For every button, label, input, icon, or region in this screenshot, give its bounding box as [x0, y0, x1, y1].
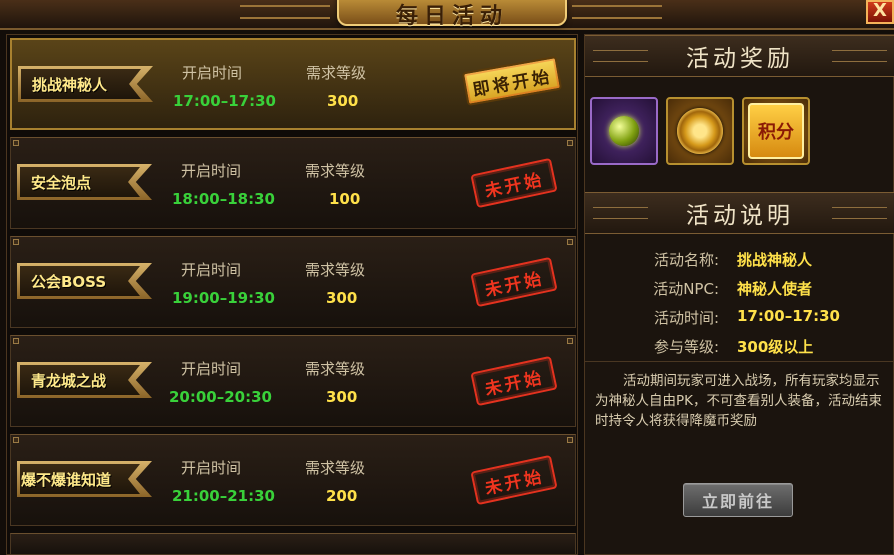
- title-ornament-left: [240, 5, 330, 19]
- go-now-button[interactable]: 立即前往: [683, 483, 793, 517]
- detail-value: 17:00–17:30: [737, 307, 840, 325]
- detail-label: 参与等级:: [653, 338, 719, 356]
- activity-description: 活动期间玩家可进入战场，所有玩家均显示为神秘人自由PK，不可查看别人装备，活动结…: [595, 373, 882, 429]
- gold-coin-icon: [677, 108, 723, 154]
- status-badge: 未开始: [470, 256, 558, 308]
- activity-time: 21:00–21:30: [172, 487, 275, 505]
- time-header: 开启时间: [181, 459, 242, 477]
- close-icon: X: [873, 0, 887, 21]
- activity-row[interactable]: 爆不爆谁知道 开启时间 21:00–21:30 需求等级 200 未开始: [10, 434, 576, 526]
- activity-name: 挑战神秘人: [32, 75, 108, 94]
- detail-label: 活动NPC:: [653, 280, 719, 298]
- activity-row[interactable]: 青龙城之战 开启时间 20:00–20:30 需求等级 300 未开始: [10, 335, 576, 427]
- activity-level: 300: [327, 92, 359, 110]
- activity-name-ribbon: 安全泡点: [17, 164, 152, 200]
- activity-time: 18:00–18:30: [172, 190, 275, 208]
- reward-slot-points[interactable]: 积分: [742, 97, 810, 165]
- activity-list: 挑战神秘人 开启时间 17:00–17:30 需求等级 300 即将开始 安全泡…: [6, 34, 578, 555]
- level-header: 需求等级: [306, 64, 367, 82]
- activity-name-ribbon: 青龙城之战: [17, 362, 152, 398]
- activity-level: 200: [326, 487, 358, 505]
- reward-slot-coin[interactable]: [666, 97, 734, 165]
- status-badge: 未开始: [470, 157, 558, 209]
- activity-time: 19:00–19:30: [172, 289, 275, 307]
- detail-label: 活动名称:: [653, 251, 719, 269]
- activity-row[interactable]: 挑战神秘人 开启时间 17:00–17:30 需求等级 300 即将开始: [10, 38, 576, 130]
- detail-label: 活动时间:: [653, 309, 719, 327]
- level-header: 需求等级: [305, 459, 366, 477]
- level-header: 需求等级: [305, 360, 366, 378]
- green-gem-icon: [609, 116, 639, 146]
- activity-row[interactable]: 安全泡点 开启时间 18:00–18:30 需求等级 100 未开始: [10, 137, 576, 229]
- activity-level: 100: [329, 190, 361, 208]
- level-header: 需求等级: [305, 261, 366, 279]
- status-badge: 即将开始: [461, 55, 563, 107]
- level-header: 需求等级: [305, 162, 366, 180]
- detail-value: 神秘人使者: [737, 280, 813, 298]
- activity-name-ribbon: 挑战神秘人: [18, 66, 153, 102]
- detail-value: 300级以上: [737, 338, 814, 356]
- activity-name: 公会BOSS: [31, 272, 107, 291]
- activity-name-ribbon: 公会BOSS: [17, 263, 152, 299]
- reward-slot-gem[interactable]: [590, 97, 658, 165]
- time-header: 开启时间: [182, 64, 243, 82]
- activity-level: 300: [326, 388, 358, 406]
- time-header: 开启时间: [181, 162, 242, 180]
- details-header: 活动说明: [585, 192, 894, 234]
- divider: [585, 361, 894, 362]
- activity-row[interactable]: 公会BOSS 开启时间 19:00–19:30 需求等级 300 未开始: [10, 236, 576, 328]
- detail-row-level: 参与等级: 300级以上: [585, 336, 894, 364]
- activity-row-partial: [10, 533, 576, 555]
- close-button[interactable]: X: [866, 0, 894, 24]
- window-title-bar: 每日活动 X: [0, 0, 894, 30]
- time-header: 开启时间: [181, 261, 242, 279]
- activity-name-ribbon: 爆不爆谁知道: [17, 461, 152, 497]
- activity-level: 300: [326, 289, 358, 307]
- rewards-header: 活动奖励: [585, 35, 894, 77]
- window-title: 每日活动: [395, 3, 508, 29]
- activity-name: 安全泡点: [31, 173, 92, 192]
- rewards-title: 活动奖励: [686, 46, 794, 72]
- window-title-plate: 每日活动: [337, 0, 567, 29]
- activity-time: 20:00–20:30: [169, 388, 272, 406]
- activity-time: 17:00–17:30: [173, 92, 276, 110]
- detail-row-name: 活动名称: 挑战神秘人: [585, 249, 894, 277]
- activity-detail-panel: 活动奖励 积分 活动说明 活动名称: 挑战神秘人 活动NPC: 神秘人使者 活动…: [584, 34, 894, 555]
- activity-name: 爆不爆谁知道: [21, 470, 112, 489]
- time-header: 开启时间: [181, 360, 242, 378]
- points-icon: 积分: [748, 103, 804, 159]
- detail-value: 挑战神秘人: [737, 251, 813, 269]
- status-badge: 未开始: [470, 355, 558, 407]
- status-badge: 未开始: [470, 454, 558, 506]
- activity-name: 青龙城之战: [31, 371, 107, 390]
- detail-row-npc: 活动NPC: 神秘人使者: [585, 278, 894, 306]
- detail-row-time: 活动时间: 17:00–17:30: [585, 307, 894, 335]
- details-title: 活动说明: [686, 203, 794, 229]
- title-ornament-right: [572, 5, 662, 19]
